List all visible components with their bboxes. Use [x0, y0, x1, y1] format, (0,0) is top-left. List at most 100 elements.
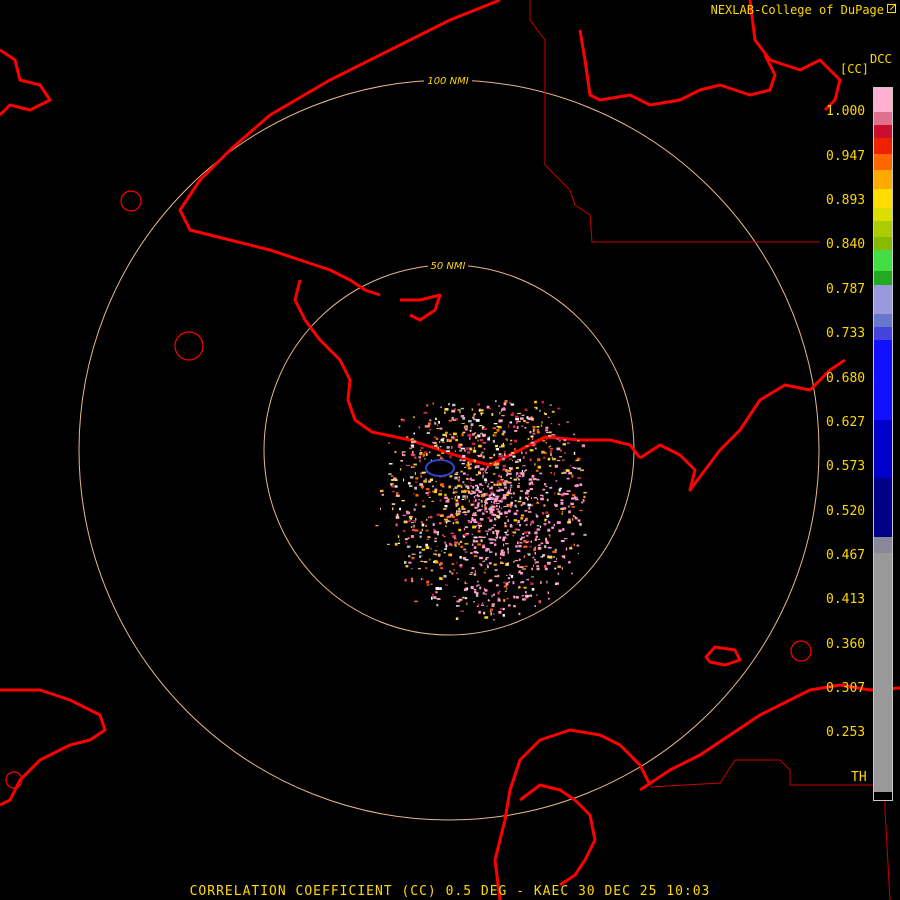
echo-pixel — [524, 594, 527, 598]
echo-pixel — [488, 528, 492, 531]
echo-pixel — [533, 497, 538, 499]
echo-pixel — [549, 534, 551, 538]
echo-pixel — [457, 443, 460, 446]
echo-pixel — [435, 437, 439, 440]
echo-pixel — [421, 523, 425, 527]
echo-pixel — [421, 578, 424, 580]
echo-pixel — [443, 508, 447, 510]
echo-pixel — [482, 512, 485, 515]
echo-pixel — [494, 575, 498, 578]
echo-pixel — [510, 467, 513, 471]
echo-pixel — [477, 524, 480, 526]
echo-pixel — [473, 413, 476, 415]
echo-pixel — [509, 486, 513, 488]
echo-pixel — [536, 528, 541, 531]
echo-pixel — [542, 488, 546, 491]
echo-pixel — [497, 495, 499, 499]
echo-pixel — [505, 543, 509, 545]
echo-pixel — [436, 428, 440, 430]
echo-pixel — [531, 567, 533, 571]
echo-pixel — [474, 521, 477, 523]
echo-pixel — [520, 566, 524, 569]
echo-pixel — [470, 477, 472, 481]
echo-pixel — [426, 584, 430, 586]
echo-pixel — [515, 418, 519, 421]
echo-pixel — [559, 487, 562, 490]
echo-pixel — [547, 457, 551, 461]
echo-pixel — [436, 545, 438, 548]
echo-pixel — [564, 452, 566, 454]
echo-pixel — [544, 545, 547, 549]
echo-pixel — [447, 498, 450, 500]
echo-pixel — [508, 604, 511, 607]
echo-pixel — [508, 509, 511, 513]
echo-pixel — [509, 524, 513, 527]
echo-pixel — [506, 588, 508, 590]
echo-pixel — [512, 581, 515, 585]
echo-pixel — [505, 516, 508, 518]
echo-pixel — [558, 439, 561, 442]
echo-pixel — [551, 526, 554, 529]
echo-pixel — [431, 596, 433, 600]
echo-pixel — [473, 601, 475, 603]
echo-pixel — [554, 492, 556, 496]
echo-pixel — [493, 563, 497, 566]
echo-pixel — [484, 495, 486, 497]
echo-pixel — [459, 564, 463, 567]
echo-pixel — [495, 502, 500, 504]
echo-pixel — [540, 497, 544, 501]
echo-pixel — [519, 542, 523, 544]
echo-pixel — [439, 490, 443, 492]
echo-pixel — [470, 492, 473, 495]
echo-pixel — [558, 423, 561, 426]
echo-pixel — [489, 462, 492, 465]
state-borders — [529, 0, 891, 900]
echo-pixel — [492, 439, 495, 443]
external-link-icon[interactable] — [887, 3, 897, 14]
echo-pixel — [488, 483, 490, 485]
echo-pixel — [560, 501, 564, 505]
echo-pixel — [445, 434, 448, 438]
echo-pixel — [504, 486, 507, 489]
echo-pixel — [461, 447, 465, 450]
echo-pixel — [435, 417, 437, 420]
echo-pixel — [444, 518, 448, 521]
echo-pixel — [539, 472, 543, 475]
echo-pixel — [497, 591, 500, 595]
echo-pixel — [421, 528, 423, 532]
echo-pixel — [467, 467, 472, 470]
echo-pixel — [515, 472, 519, 475]
echo-pixel — [525, 591, 527, 594]
echo-pixel — [441, 550, 443, 552]
echo-pixel — [486, 605, 488, 607]
legend-tick: 0.733 — [826, 326, 866, 341]
echo-pixel — [443, 536, 446, 538]
echo-pixel — [535, 561, 539, 564]
echo-pixel — [557, 572, 560, 575]
echo-pixel — [498, 483, 502, 486]
echo-pixel — [552, 457, 556, 461]
echo-pixel — [511, 451, 515, 454]
echo-pixel — [395, 523, 398, 527]
color-bar-segment — [874, 125, 892, 139]
echo-pixel — [435, 481, 437, 483]
echo-pixel — [410, 444, 414, 447]
echo-pixel — [464, 597, 468, 600]
echo-pixel — [546, 498, 549, 502]
echo-pixel — [536, 594, 538, 596]
echo-pixel — [445, 525, 447, 528]
echo-pixel — [583, 495, 586, 499]
echo-pixel — [520, 517, 524, 520]
echo-pixel — [499, 446, 501, 448]
echo-pixel — [394, 542, 398, 546]
echo-pixel — [520, 417, 524, 420]
echo-pixel — [436, 533, 439, 536]
echo-pixel — [574, 517, 578, 520]
echo-pixel — [507, 550, 509, 554]
echo-pixel — [482, 471, 484, 475]
echo-pixel — [577, 544, 579, 548]
echo-pixel — [523, 531, 527, 534]
echo-pixel — [462, 508, 464, 510]
echo-pixel — [395, 494, 400, 497]
echo-pixel — [554, 464, 558, 468]
